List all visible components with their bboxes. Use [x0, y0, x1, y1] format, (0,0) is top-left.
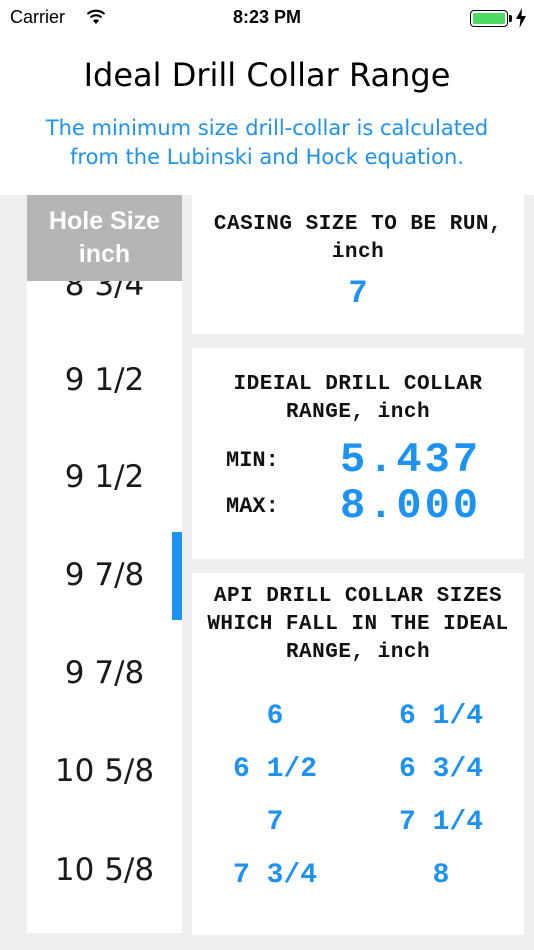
api-size-value: 6 1/4: [398, 701, 483, 732]
picker-item[interactable]: 9 7/8: [27, 557, 182, 593]
api-size-value: 6 1/2: [232, 754, 317, 785]
picker-item[interactable]: 10 5/8: [27, 852, 182, 888]
status-bar: Carrier 8:23 PM: [0, 0, 534, 38]
charging-bolt-icon: [516, 8, 526, 28]
api-size-value: 7 3/4: [232, 860, 317, 891]
min-row: MIN: 5.437: [192, 436, 524, 484]
ideal-range-card: IDEIAL DRILL COLLAR RANGE, inch MIN: 5.4…: [192, 348, 524, 559]
api-sizes-card: API DRILL COLLAR SIZES WHICH FALL IN THE…: [192, 573, 524, 935]
api-sizes-heading: API DRILL COLLAR SIZES WHICH FALL IN THE…: [207, 585, 509, 664]
casing-size-heading: CASING SIZE TO BE RUN, inch: [213, 213, 503, 264]
battery-icon: [470, 10, 508, 27]
max-row: MAX: 8.000: [192, 482, 524, 530]
scroll-indicator[interactable]: [172, 532, 182, 620]
max-value: 8.000: [340, 482, 482, 530]
ideal-range-heading: IDEIAL DRILL COLLAR RANGE, inch: [233, 373, 483, 424]
hole-size-picker[interactable]: Hole Size inch 8 3/4 9 1/2 9 1/2 9 7/8 9…: [27, 195, 182, 933]
picker-item[interactable]: 9 1/2: [27, 362, 182, 398]
clock: 8:23 PM: [232, 7, 302, 27]
picker-header: Hole Size inch: [27, 195, 182, 281]
max-label: MAX:: [226, 494, 279, 519]
min-label: MIN:: [226, 448, 279, 473]
api-size-value: 6: [266, 701, 284, 732]
min-value: 5.437: [340, 436, 482, 484]
casing-size-value: 7: [348, 275, 368, 312]
api-size-value: 8: [432, 860, 450, 891]
api-size-value: 6 3/4: [398, 754, 483, 785]
api-size-value: 7 1/4: [398, 807, 483, 838]
page-title: Ideal Drill Collar Range: [83, 56, 451, 94]
battery-fill: [473, 13, 505, 24]
casing-size-card: CASING SIZE TO BE RUN, inch 7: [192, 195, 524, 334]
picker-item[interactable]: 9 1/2: [27, 459, 182, 495]
battery-tip: [509, 15, 512, 22]
api-size-value: 7: [266, 807, 284, 838]
picker-item[interactable]: 9 7/8: [27, 655, 182, 691]
picker-item[interactable]: 10 5/8: [27, 753, 182, 789]
page-subtitle: The minimum size drill-collar is calcula…: [45, 116, 489, 169]
